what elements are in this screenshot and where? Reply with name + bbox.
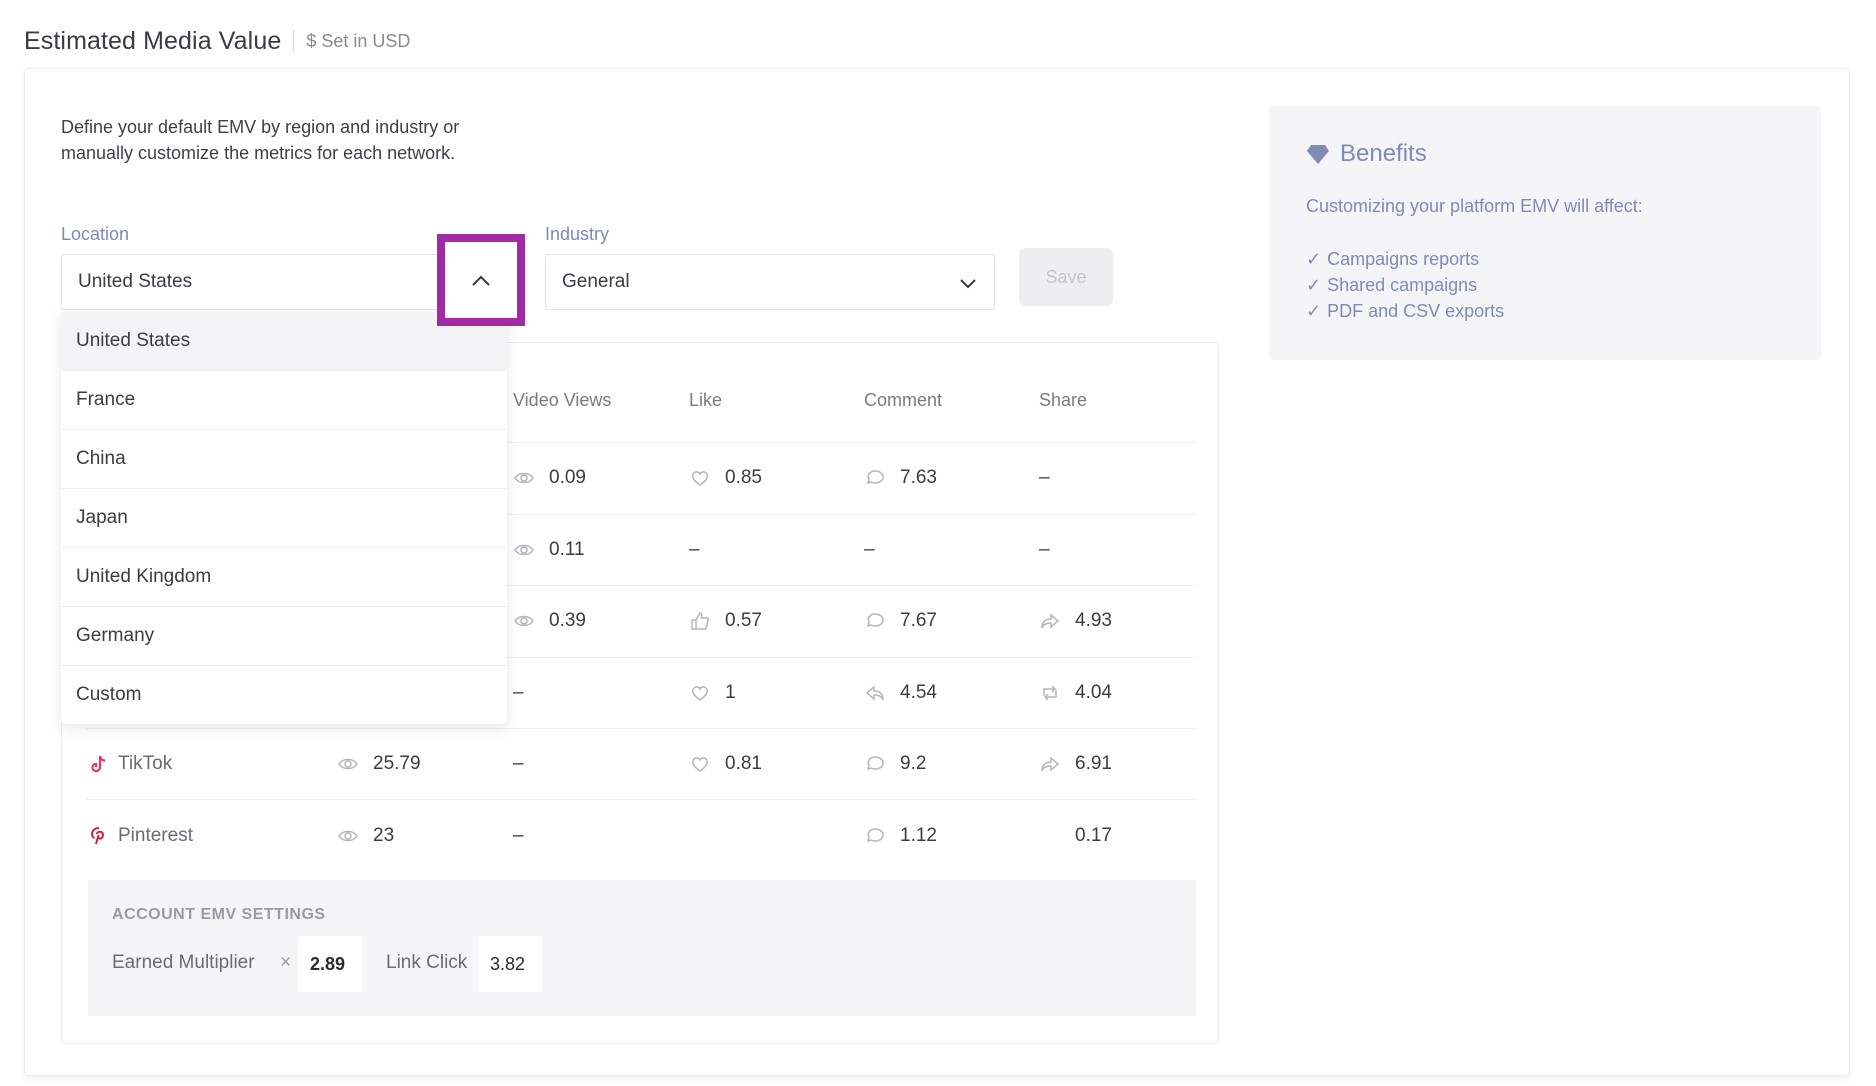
location-dropdown-menu: United States France China Japan United … [61,312,507,725]
heart-icon [691,471,709,486]
benefit-item: ✓ Campaigns reports [1306,248,1480,269]
table-cell-video-views: 0.09 [513,463,586,493]
share-arrow-icon [1041,613,1060,629]
table-cell-video-views: – [513,825,524,846]
table-cell-like: 0.81 [689,749,762,779]
table-cell-share: 4.93 [1039,606,1112,636]
benefits-heading: Benefits [1306,140,1427,168]
eye-icon [514,472,534,484]
account-emv-title: ACCOUNT EMV SETTINGS [112,906,326,923]
chevron-down-icon [960,279,976,289]
chevron-up-icon [472,275,490,286]
link-click-label: Link Click [386,952,468,973]
eye-icon [514,544,534,556]
table-cell-like: 0.57 [689,606,762,636]
benefit-item: ✓ Shared campaigns [1306,274,1478,295]
table-cell-video-views: 0.39 [513,606,586,636]
table-cell-comment: – [864,539,875,560]
benefit-item: ✓ PDF and CSV exports [1306,300,1505,321]
row-divider [86,799,1196,800]
row-divider [86,728,1196,729]
table-cell-share: 0.17 [1075,825,1112,846]
pinterest-icon [90,827,105,845]
location-selected-value: United States [78,271,193,292]
reply-icon [865,685,884,701]
link-click-input[interactable]: 3.82 [478,936,542,992]
column-header-share: Share [1039,390,1088,410]
table-cell-share: 6.91 [1039,749,1112,779]
table-cell-views: 23 [337,821,394,851]
diamond-icon [1307,145,1329,164]
column-header-like: Like [689,390,723,410]
share-arrow-icon [1041,756,1060,772]
comment-icon [866,756,884,771]
table-cell-share: – [1039,467,1050,488]
save-button[interactable]: Save [1019,248,1113,306]
comment-icon [866,613,884,628]
table-cell-share: – [1039,539,1050,560]
table-cell-comment: 1.12 [864,821,937,851]
benefits-title: Benefits [1340,140,1427,167]
dropdown-option[interactable]: Custom [61,666,507,725]
column-header-video-views: Video Views [513,390,612,410]
table-cell-like: 1 [689,678,736,708]
intro-text: Define your default EMV by region and in… [61,117,460,163]
page-title: Estimated Media Value [24,26,282,55]
comment-icon [866,828,884,843]
earned-multiplier-input[interactable]: 2.89 [298,936,362,992]
table-cell-views: 25.79 [337,749,421,779]
industry-selected-value: General [562,271,630,292]
dropdown-option[interactable]: China [61,430,507,489]
multiply-icon: × [280,952,292,973]
currency-note: $ Set in USD [306,30,411,51]
table-cell-like: – [689,539,700,560]
dropdown-option[interactable]: Germany [61,607,507,666]
table-cell-comment: 7.63 [864,463,937,493]
table-cell-comment: 7.67 [864,606,937,636]
heart-icon [691,686,709,701]
benefits-description: Customizing your platform EMV will affec… [1306,196,1643,216]
dropdown-option[interactable]: United Kingdom [61,548,507,607]
page-header: Estimated Media Value $ Set in USD [24,24,410,58]
thumbs-up-icon [691,612,709,630]
table-cell-video-views: 0.11 [513,535,585,565]
check-icon: ✓ [1306,300,1322,321]
table-cell-video-views: – [513,753,524,774]
industry-select[interactable]: General [545,254,995,310]
network-tiktok: TikTok [88,749,172,779]
account-emv-settings [88,880,1196,1016]
header-divider [293,30,295,52]
dropdown-option[interactable]: France [61,371,507,430]
eye-icon [514,615,534,627]
check-icon: ✓ [1306,274,1322,295]
industry-label: Industry [545,224,610,244]
check-icon: ✓ [1306,248,1322,269]
tiktok-icon [91,755,106,773]
table-cell-share: 4.04 [1039,678,1112,708]
table-cell-like: 0.85 [689,463,762,493]
benefits-list: ✓ Campaigns reports ✓ Shared campaigns ✓ PD… [1306,246,1504,324]
column-header-comment: Comment [864,390,943,410]
heart-icon [691,757,709,772]
table-cell-video-views: – [513,682,524,703]
retweet-icon [1043,685,1057,701]
comment-icon [866,470,884,485]
table-cell-comment: 4.54 [864,678,937,708]
table-cell-comment: 9.2 [864,749,926,779]
network-name: Pinterest [118,825,193,846]
location-label: Location [61,224,130,244]
network-pinterest: Pinterest [88,821,193,851]
dropdown-option[interactable]: Japan [61,489,507,548]
eye-icon [338,830,358,842]
location-dropdown-toggle[interactable] [437,234,525,326]
network-name: TikTok [118,753,173,774]
earned-multiplier-label: Earned Multiplier [112,952,255,973]
eye-icon [338,758,358,770]
